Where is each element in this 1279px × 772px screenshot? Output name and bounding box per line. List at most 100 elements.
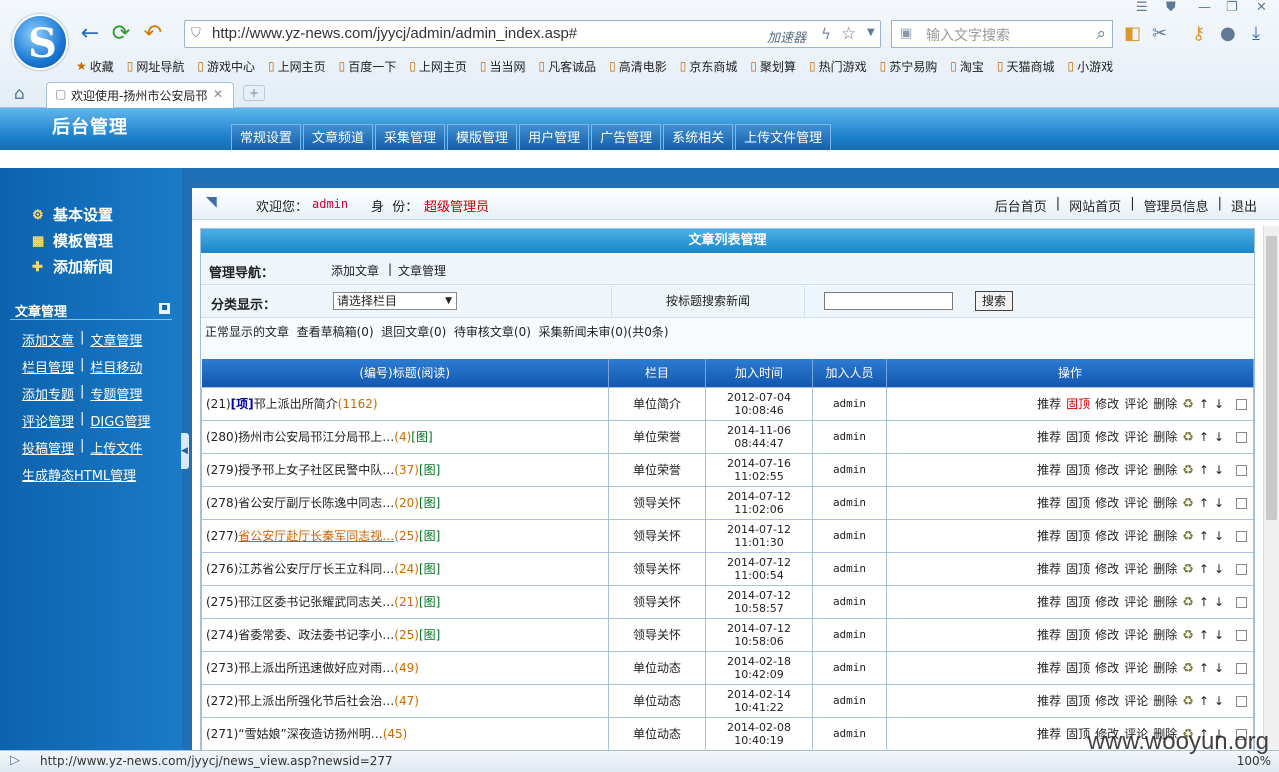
sidebar-link[interactable]: 文章管理 (90, 330, 142, 349)
pin-button[interactable]: 固顶 (1066, 562, 1090, 576)
pin-button[interactable]: 固顶 (1066, 595, 1090, 609)
link-admin-home[interactable]: 后台首页 (995, 196, 1047, 215)
sidebar-toggle[interactable]: ◀ (181, 433, 189, 469)
skin-icon[interactable]: ⛊ (1166, 0, 1176, 15)
chat-icon[interactable]: ● (1220, 24, 1236, 44)
move-up-icon[interactable]: ↑ (1199, 661, 1209, 675)
article-title-link[interactable]: 邗上派出所强化节后社会治… (238, 694, 394, 708)
move-down-icon[interactable]: ↓ (1214, 595, 1224, 609)
lightning-icon[interactable]: ϟ (821, 25, 831, 43)
sidebar-link[interactable]: 评论管理 (22, 411, 74, 430)
link-admin-info[interactable]: 管理员信息 (1144, 196, 1209, 215)
filter-links[interactable]: 正常显示的文章 查看草稿箱(0) 退回文章(0) 待审核文章(0) 采集新闻未审… (205, 323, 669, 340)
move-up-icon[interactable]: ↑ (1199, 694, 1209, 708)
sidebar-item-add-news[interactable]: ✚ 添加新闻 (32, 256, 113, 277)
move-down-icon[interactable]: ↓ (1214, 463, 1224, 477)
sidebar-link[interactable]: 专题管理 (90, 384, 142, 403)
move-down-icon[interactable]: ↓ (1214, 562, 1224, 576)
top-nav-item[interactable]: 广告管理 (591, 124, 662, 151)
scissors-icon[interactable]: ✂ (1152, 24, 1167, 44)
edit-button[interactable]: 修改 (1095, 595, 1119, 609)
trash-icon[interactable]: ♻ (1182, 661, 1194, 676)
move-down-icon[interactable]: ↓ (1214, 661, 1224, 675)
recommend-button[interactable]: 推荐 (1037, 496, 1061, 510)
row-checkbox[interactable] (1236, 498, 1247, 509)
comment-button[interactable]: 评论 (1124, 430, 1148, 444)
pin-button[interactable]: 固顶 (1066, 694, 1090, 708)
sidebar-link[interactable]: 栏目管理 (22, 357, 74, 376)
refresh-icon[interactable]: ⟳ (108, 21, 134, 47)
delete-button[interactable]: 删除 (1153, 430, 1177, 444)
row-checkbox[interactable] (1236, 531, 1247, 542)
edit-button[interactable]: 修改 (1095, 496, 1119, 510)
zoom-level[interactable]: 100% (1237, 754, 1271, 768)
favorite-item[interactable]: ★ 收藏 (76, 55, 114, 77)
edit-button[interactable]: 修改 (1095, 463, 1119, 477)
comment-button[interactable]: 评论 (1124, 397, 1148, 411)
key-icon[interactable]: ⚷ (1192, 24, 1205, 44)
nav-manage-article[interactable]: 文章管理 (398, 262, 446, 279)
favorite-item[interactable]: ▯ 凡客诚品 (539, 55, 597, 77)
favorite-item[interactable]: ▯ 小游戏 (1068, 55, 1114, 77)
pin-button[interactable]: 固顶 (1066, 628, 1090, 642)
favorite-item[interactable]: ▯ 上网主页 (268, 55, 326, 77)
menu-icon[interactable]: ☰ (1136, 0, 1148, 15)
search-title-input[interactable] (824, 292, 953, 310)
row-checkbox[interactable] (1236, 630, 1247, 641)
recommend-button[interactable]: 推荐 (1037, 529, 1061, 543)
delete-button[interactable]: 删除 (1153, 694, 1177, 708)
favorite-item[interactable]: ▯ 高清电影 (609, 55, 667, 77)
search-box[interactable]: ▣ 输入文字搜索 ⌕ (891, 20, 1113, 48)
recommend-button[interactable]: 推荐 (1037, 430, 1061, 444)
move-down-icon[interactable]: ↓ (1214, 397, 1224, 411)
article-title-link[interactable]: 授予邗上女子社区民警中队… (238, 463, 394, 477)
recommend-button[interactable]: 推荐 (1037, 694, 1061, 708)
favorite-item[interactable]: ▯ 热门游戏 (809, 55, 867, 77)
close-icon[interactable]: ✕ (1256, 0, 1267, 15)
sidebar-link[interactable]: 投稿管理 (22, 438, 74, 457)
pin-button[interactable]: 固顶 (1066, 529, 1090, 543)
move-up-icon[interactable]: ↑ (1199, 595, 1209, 609)
row-checkbox[interactable] (1236, 663, 1247, 674)
pin-button[interactable]: 固顶 (1066, 496, 1090, 510)
trash-icon[interactable]: ♻ (1182, 496, 1194, 511)
favorite-item[interactable]: ▯ 天猫商城 (997, 55, 1055, 77)
pin-button[interactable]: 固顶 (1066, 661, 1090, 675)
comment-button[interactable]: 评论 (1124, 694, 1148, 708)
delete-button[interactable]: 删除 (1153, 496, 1177, 510)
row-checkbox[interactable] (1236, 432, 1247, 443)
sidebar-link[interactable]: 添加文章 (22, 330, 74, 349)
comment-button[interactable]: 评论 (1124, 496, 1148, 510)
delete-button[interactable]: 删除 (1153, 661, 1177, 675)
link-logout[interactable]: 退出 (1231, 196, 1257, 215)
move-up-icon[interactable]: ↑ (1199, 562, 1209, 576)
sidebar-item-template[interactable]: ▦ 模板管理 (32, 230, 113, 251)
top-nav-item[interactable]: 采集管理 (375, 124, 446, 151)
delete-button[interactable]: 删除 (1153, 463, 1177, 477)
article-title-link[interactable]: 江苏省公安厅厅长王立科同… (238, 562, 394, 576)
edit-button[interactable]: 修改 (1095, 661, 1119, 675)
favorite-item[interactable]: ▯ 上网主页 (409, 55, 467, 77)
article-title-link[interactable]: 邗江区委书记张耀武同志关… (238, 595, 394, 609)
sidebar-item-basic-settings[interactable]: ⚙ 基本设置 (32, 204, 113, 225)
trash-icon[interactable]: ♻ (1182, 595, 1194, 610)
top-nav-item[interactable]: 系统相关 (663, 124, 734, 151)
top-nav-item[interactable]: 文章频道 (303, 124, 374, 151)
sidebar-link[interactable]: 栏目移动 (90, 357, 142, 376)
tools-icon[interactable]: ◧ (1124, 24, 1141, 44)
category-select[interactable]: 请选择栏目 ▼ (333, 292, 457, 310)
star-icon[interactable]: ☆ (841, 24, 856, 44)
article-title-link[interactable]: 省委常委、政法委书记李小… (238, 628, 394, 642)
pin-button[interactable]: 固顶 (1066, 727, 1090, 741)
row-checkbox[interactable] (1236, 696, 1247, 707)
delete-button[interactable]: 删除 (1153, 529, 1177, 543)
comment-button[interactable]: 评论 (1124, 661, 1148, 675)
top-nav-item[interactable]: 常规设置 (231, 124, 302, 151)
search-button[interactable]: 搜索 (975, 291, 1013, 311)
move-up-icon[interactable]: ↑ (1199, 397, 1209, 411)
address-bar[interactable]: ⛉ http://www.yz-news.com/jyycj/admin/adm… (184, 20, 881, 48)
move-down-icon[interactable]: ↓ (1214, 529, 1224, 543)
delete-button[interactable]: 删除 (1153, 595, 1177, 609)
move-up-icon[interactable]: ↑ (1199, 463, 1209, 477)
article-title-link[interactable]: 邗上派出所简介 (254, 397, 338, 411)
